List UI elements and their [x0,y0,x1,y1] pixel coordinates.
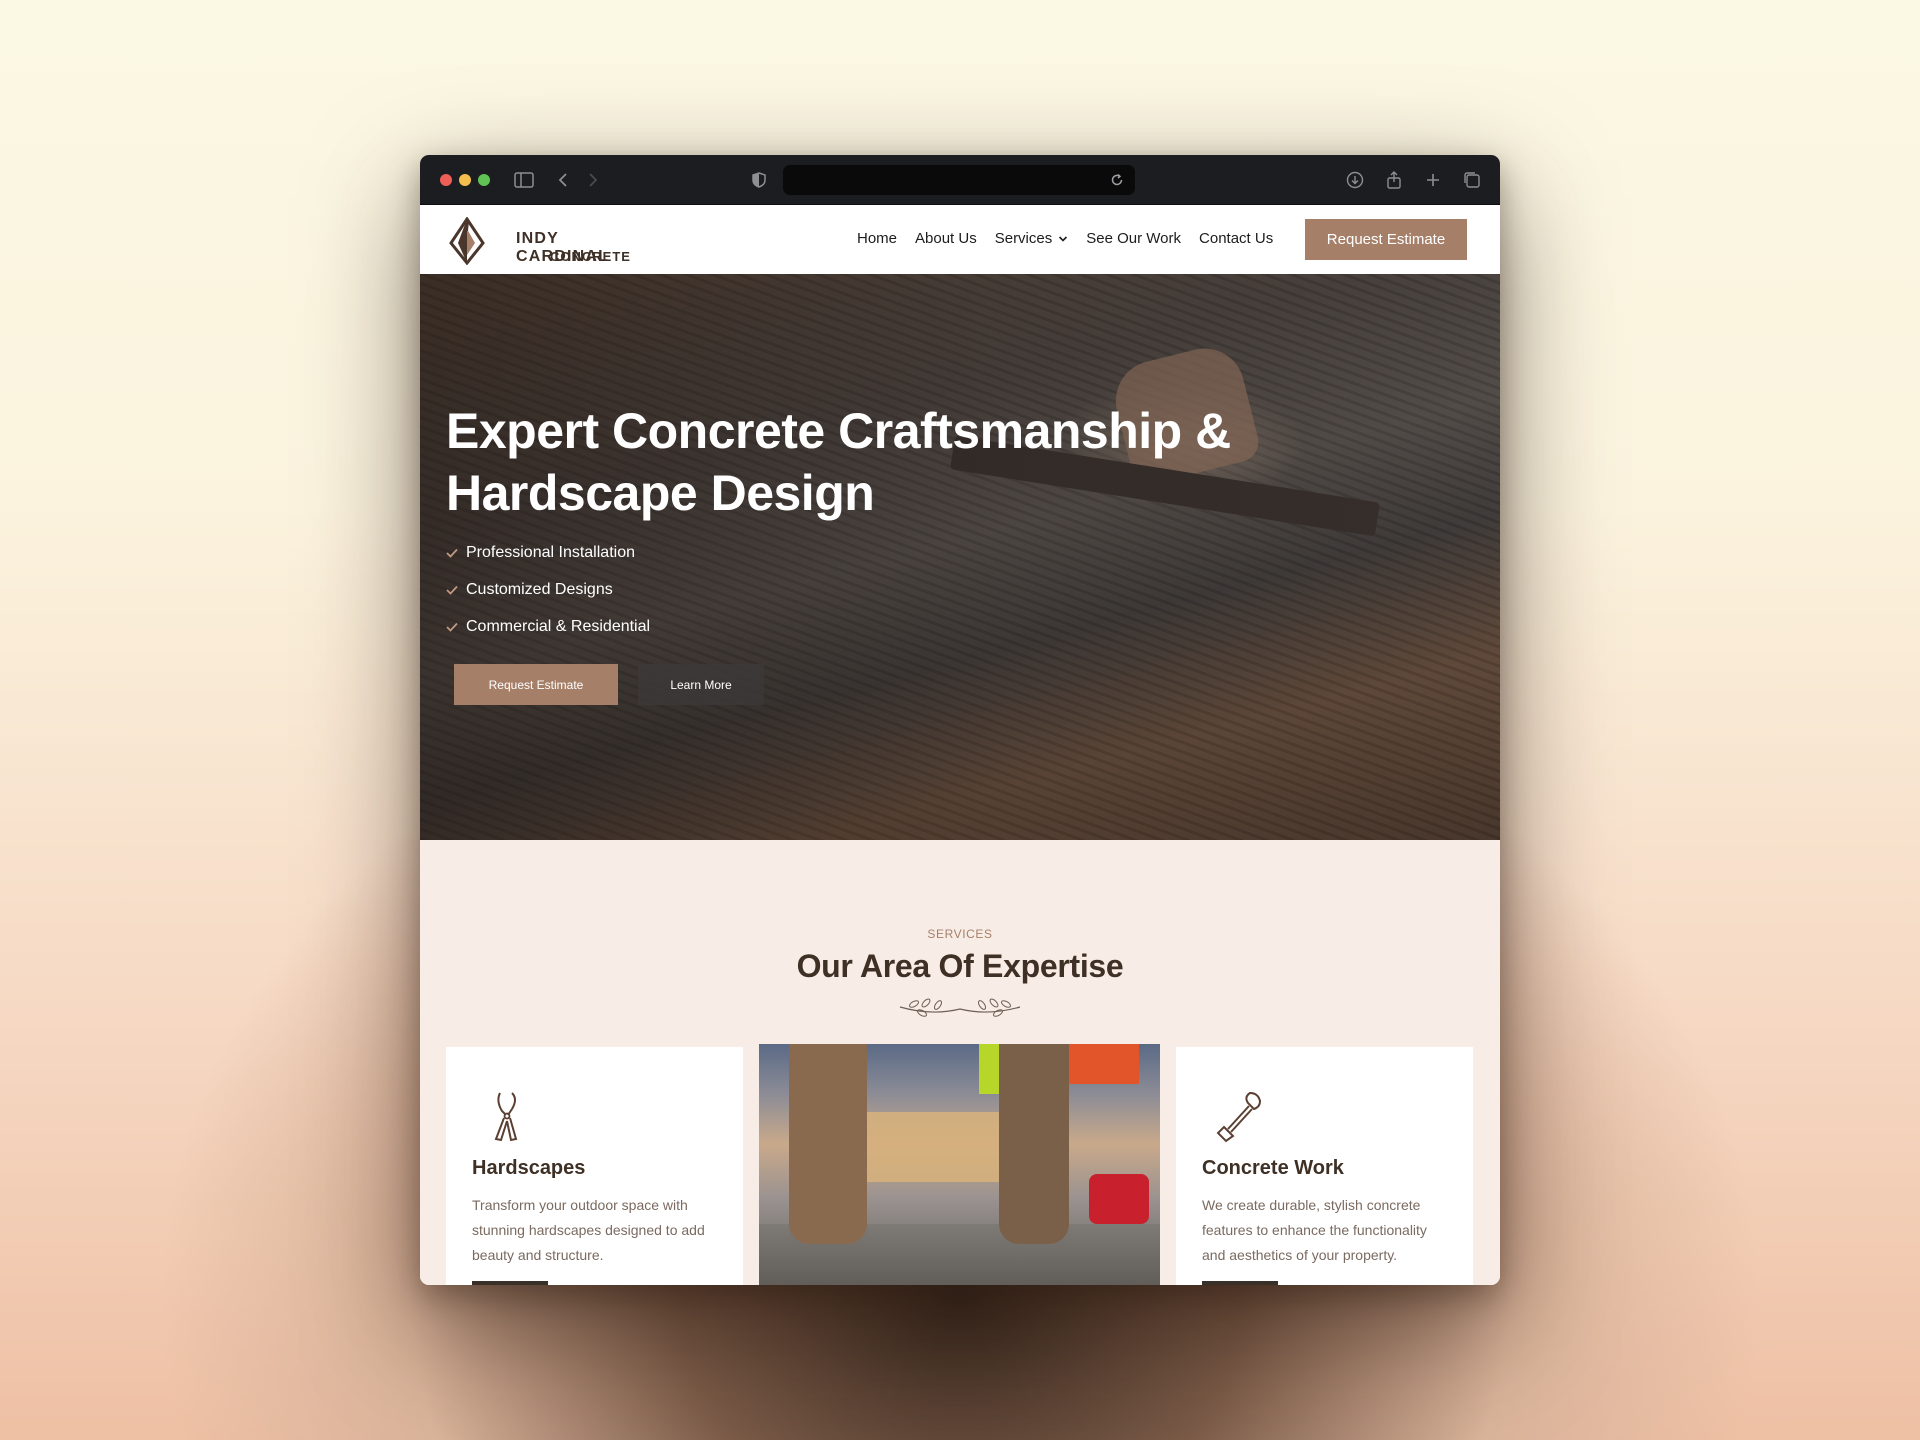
request-estimate-nav-button[interactable]: Request Estimate [1305,219,1467,260]
share-icon[interactable] [1382,168,1406,192]
new-tab-plus-icon[interactable] [1421,168,1445,192]
card-underline [1202,1281,1278,1285]
checklist-text: Customized Designs [466,580,613,598]
checklist-text: Professional Installation [466,543,635,561]
company-logo[interactable]: INDY CARDINAL CONCRETE [446,215,646,265]
reload-icon[interactable] [1105,168,1129,192]
logo-name-line2: CONCRETE [550,249,631,264]
hero-checklist: Professional Installation Customized Des… [446,534,1306,645]
card-title: Concrete Work [1202,1157,1344,1179]
nav-contact-us[interactable]: Contact Us [1199,230,1273,247]
zoom-window-button[interactable] [478,174,490,186]
checklist-text: Commercial & Residential [466,617,651,635]
chevron-down-icon [1059,235,1068,242]
photo-worker-left [789,1044,867,1244]
hero-section: Expert Concrete Craftsmanship & Hardscap… [420,274,1500,840]
services-section: SERVICES Our Area Of Expertise Hardscape… [420,840,1500,1285]
nav-see-our-work[interactable]: See Our Work [1086,230,1181,247]
photo-building [849,1112,999,1182]
download-icon[interactable] [1343,168,1367,192]
checkmark-icon [446,584,458,596]
hero-title: Expert Concrete Craftsmanship & Hardscap… [446,403,1231,521]
card-text: Transform your outdoor space with stunni… [472,1197,705,1263]
concrete-workers-photo [759,1044,1160,1285]
browser-toolbar [420,155,1500,205]
minimize-window-button[interactable] [459,174,471,186]
nav-services[interactable]: Services [995,230,1069,247]
checklist-item: Professional Installation [446,534,1306,571]
laurel-divider-icon [899,998,1021,1017]
card-text: We create durable, stylish concrete feat… [1202,1197,1427,1263]
section-title: Our Area Of Expertise [796,948,1124,984]
checkmark-icon [446,621,458,633]
checkmark-icon [446,547,458,559]
photo-orange-jacket [1069,1044,1139,1084]
sidebar-toggle-icon[interactable] [512,168,536,192]
nav-services-label: Services [994,230,1053,247]
service-card-concrete-work[interactable]: Concrete Work We create durable, stylish… [1176,1047,1473,1285]
site-header: INDY CARDINAL CONCRETE Home About Us Ser… [420,205,1500,274]
hero-buttons: Request Estimate Learn More [454,664,764,705]
photo-worker-right [999,1044,1069,1244]
checklist-item: Commercial & Residential [446,608,1306,645]
browser-window: INDY CARDINAL CONCRETE Home About Us Ser… [420,155,1500,1285]
back-arrow-icon[interactable] [551,168,575,192]
cardinal-logo-icon [449,217,485,265]
close-window-button[interactable] [440,174,452,186]
forward-arrow-icon[interactable] [581,168,605,192]
card-title: Hardscapes [472,1157,586,1179]
tab-overview-icon[interactable] [1460,168,1484,192]
learn-more-button[interactable]: Learn More [638,664,764,705]
hero-content: Expert Concrete Craftsmanship & Hardscap… [446,400,1306,645]
request-estimate-hero-button[interactable]: Request Estimate [454,664,618,705]
shovel-icon [1216,1091,1262,1143]
service-card-hardscapes[interactable]: Hardscapes Transform your outdoor space … [446,1047,743,1285]
main-nav: Home About Us Services See Our Work Cont… [857,230,1273,247]
photo-red-boot [1089,1174,1149,1224]
nav-about-us[interactable]: About Us [915,230,977,247]
address-bar[interactable] [783,165,1135,195]
card-underline [472,1281,548,1285]
section-eyebrow: SERVICES [927,927,993,941]
privacy-shield-icon[interactable] [747,168,771,192]
nav-home[interactable]: Home [857,230,897,247]
pruning-shears-icon [494,1092,518,1142]
checklist-item: Customized Designs [446,571,1306,608]
